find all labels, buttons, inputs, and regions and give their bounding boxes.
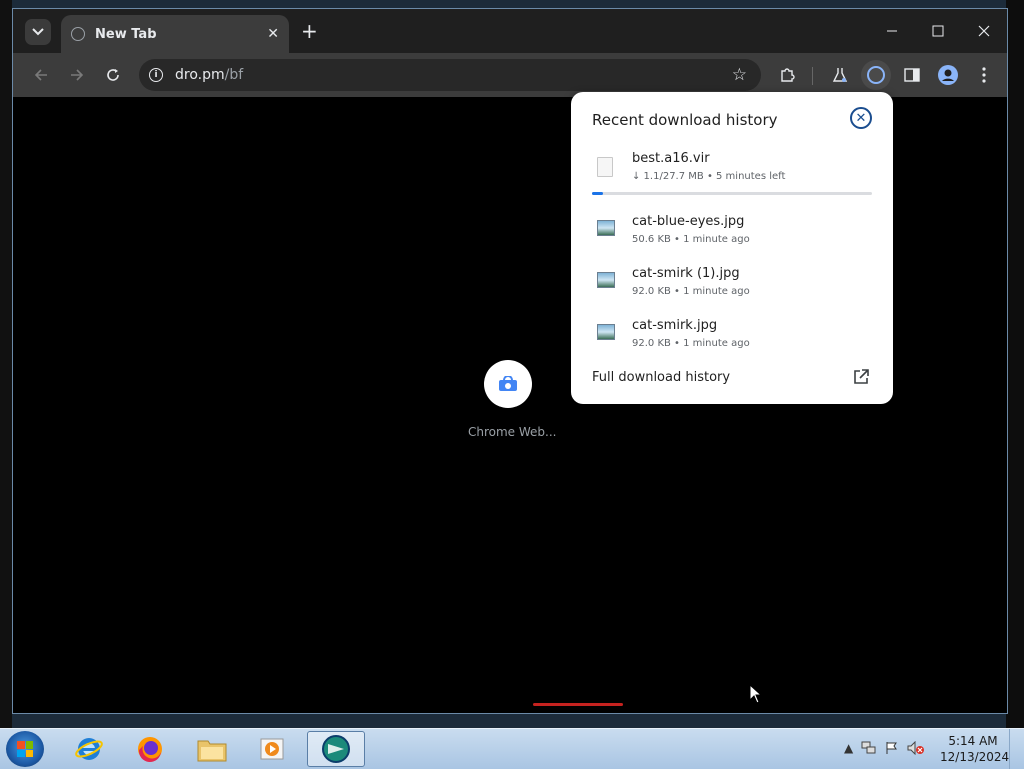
shortcut-chrome-web-store[interactable]: Chrome Web...: [468, 360, 557, 439]
minimize-button[interactable]: [869, 9, 915, 53]
toolbar: i dro.pm/bf ☆: [13, 53, 1007, 97]
minimize-icon: [887, 30, 897, 32]
site-info-icon[interactable]: i: [149, 68, 163, 82]
browser-app-icon: [322, 735, 350, 763]
network-icon[interactable]: [861, 741, 877, 755]
download-item[interactable]: best.a16.vir ↓ 1.1/27.7 MB • 5 minutes l…: [571, 151, 893, 197]
image-file-icon: [597, 220, 615, 236]
taskbar-browser[interactable]: [307, 731, 365, 767]
close-icon: ✕: [855, 110, 867, 126]
download-filename: best.a16.vir: [632, 151, 710, 166]
side-panel-button[interactable]: [900, 63, 924, 87]
taskbar-clock[interactable]: 5:14 AM 12/13/2024: [940, 733, 1010, 765]
start-button[interactable]: [6, 731, 44, 767]
volume-muted-icon[interactable]: [907, 741, 925, 755]
bookmark-star-icon[interactable]: ☆: [732, 65, 747, 85]
chevron-down-icon: [32, 28, 44, 36]
globe-icon: [71, 27, 85, 41]
tab-close-icon[interactable]: ✕: [267, 26, 279, 42]
image-file-icon: [597, 324, 615, 340]
toolbar-divider: [812, 67, 813, 85]
avatar-icon: [938, 65, 958, 85]
download-progress-fill: [592, 192, 604, 195]
download-progress-bar: [592, 192, 872, 195]
download-bubble-title: Recent download history: [592, 111, 778, 129]
show-desktop-button[interactable]: [1009, 729, 1024, 769]
reload-icon: [107, 69, 119, 81]
close-window-button[interactable]: [961, 9, 1007, 53]
download-filename: cat-smirk (1).jpg: [632, 266, 740, 281]
reload-button[interactable]: [101, 63, 125, 87]
show-hidden-icons-button[interactable]: ▲: [844, 741, 853, 755]
desktop-background-right: [1006, 0, 1024, 728]
arrow-right-icon: [71, 69, 84, 81]
image-file-icon: [597, 272, 615, 288]
downloads-button[interactable]: [861, 60, 891, 90]
extensions-button[interactable]: [775, 63, 799, 87]
menu-button[interactable]: [972, 63, 996, 87]
web-store-icon: [499, 376, 517, 391]
address-bar[interactable]: i dro.pm/bf ☆: [139, 59, 761, 91]
new-tab-button[interactable]: +: [301, 21, 318, 41]
system-tray: ▲: [844, 741, 925, 755]
close-icon: [978, 25, 990, 37]
url-host: dro.pm: [175, 67, 225, 83]
url-path: /bf: [224, 67, 244, 83]
puzzle-icon: [781, 68, 795, 82]
tab-new-tab[interactable]: New Tab ✕: [61, 15, 289, 53]
open-external-icon[interactable]: [852, 368, 870, 386]
taskbar-file-explorer[interactable]: [183, 731, 241, 767]
title-bar: New Tab ✕ +: [13, 9, 1007, 53]
clock-date: 12/13/2024: [940, 750, 1010, 764]
shortcut-icon-circle: [484, 360, 532, 408]
taskbar-firefox[interactable]: [121, 731, 179, 767]
maximize-button[interactable]: [915, 9, 961, 53]
desktop-background-left: [0, 0, 12, 728]
window-controls: [869, 9, 1007, 53]
shortcut-label: Chrome Web...: [468, 425, 557, 439]
close-bubble-button[interactable]: ✕: [850, 107, 872, 129]
download-status: 92.0 KB • 1 minute ago: [632, 286, 750, 297]
arrow-left-icon: [34, 69, 47, 81]
taskbar-media-player[interactable]: [244, 731, 302, 767]
media-player-icon: [260, 738, 284, 760]
taskbar-internet-explorer[interactable]: [60, 731, 118, 767]
back-button[interactable]: [29, 63, 53, 87]
mouse-cursor: [749, 684, 763, 704]
download-status: 92.0 KB • 1 minute ago: [632, 338, 750, 349]
tab-search-button[interactable]: [25, 19, 51, 45]
internet-explorer-icon: [75, 738, 103, 760]
download-filename: cat-smirk.jpg: [632, 318, 718, 333]
flask-icon: [832, 68, 848, 82]
tab-title: New Tab: [95, 26, 157, 42]
kebab-menu-icon: [982, 67, 986, 83]
full-download-history-link[interactable]: Full download history: [592, 370, 730, 385]
download-filename: cat-blue-eyes.jpg: [632, 214, 745, 229]
download-status: 50.6 KB • 1 minute ago: [632, 234, 750, 245]
taskbar: ▲ 5:14 AM 12/13/2024: [0, 728, 1024, 769]
maximize-icon: [932, 25, 944, 37]
windows-logo-icon: [17, 741, 33, 757]
labs-button[interactable]: [828, 63, 852, 87]
download-item[interactable]: cat-blue-eyes.jpg 50.6 KB • 1 minute ago: [571, 214, 893, 260]
download-progress-icon: [867, 66, 885, 84]
action-center-flag-icon[interactable]: [885, 741, 899, 755]
profile-button[interactable]: [936, 63, 960, 87]
firefox-icon: [138, 737, 162, 763]
download-item[interactable]: cat-smirk.jpg 92.0 KB • 1 minute ago: [571, 318, 893, 364]
progress-indicator-line: [533, 703, 623, 706]
download-status: ↓ 1.1/27.7 MB • 5 minutes left: [632, 171, 786, 182]
forward-button[interactable]: [65, 63, 89, 87]
clock-time: 5:14 AM: [948, 734, 998, 748]
download-bubble: Recent download history ✕ best.a16.vir ↓…: [571, 92, 893, 404]
file-icon: [597, 157, 613, 177]
side-panel-icon: [904, 68, 920, 82]
folder-icon: [197, 740, 227, 762]
download-item[interactable]: cat-smirk (1).jpg 92.0 KB • 1 minute ago: [571, 266, 893, 312]
